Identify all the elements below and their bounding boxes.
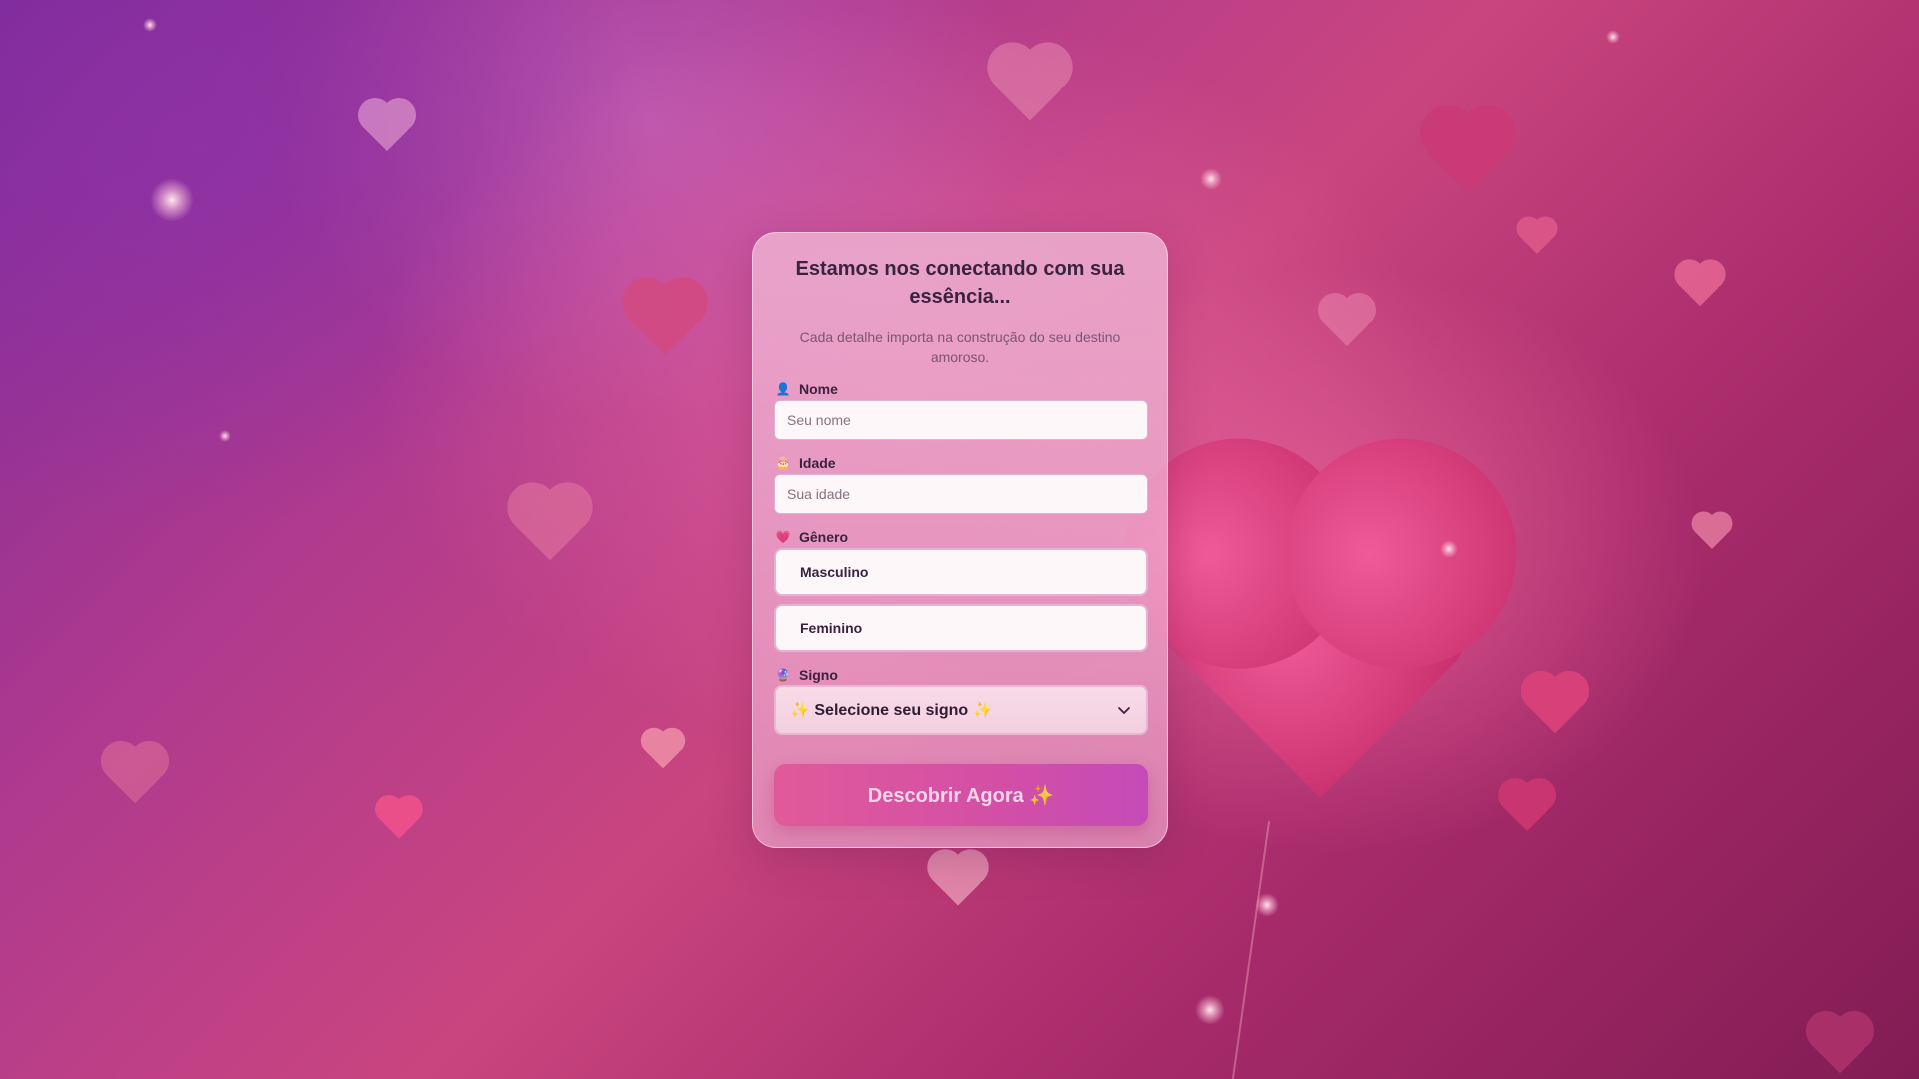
person-icon: 👤: [775, 382, 791, 396]
gender-option-label: Masculino: [800, 564, 869, 580]
heart-decoration: [1695, 515, 1729, 549]
sparkle-decoration: [1440, 540, 1458, 558]
heart-decoration: [994, 49, 1066, 121]
gender-label: 💗 Gênero: [775, 528, 849, 546]
sparkle-decoration: [143, 18, 157, 32]
gender-option-masculino[interactable]: Masculino: [774, 548, 1148, 596]
heart-decoration: [1526, 676, 1584, 734]
name-label-text: Nome: [799, 381, 838, 397]
sparkle-decoration: [1195, 995, 1225, 1025]
large-heart-balloon: [1157, 472, 1483, 798]
name-label: 👤 Nome: [775, 380, 838, 398]
sign-label-text: Signo: [799, 667, 838, 683]
heart-decoration: [1322, 297, 1372, 347]
sparkle-decoration: [219, 430, 231, 442]
cake-icon: 🎂: [775, 456, 791, 470]
form-title: Estamos nos conectando com sua essência.…: [795, 258, 1125, 308]
sign-select-value: ✨ Selecione seu signo ✨: [790, 702, 993, 719]
profile-form-card: Estamos nos conectando com sua essência.…: [752, 232, 1168, 848]
heart-decoration: [514, 489, 586, 561]
heart-decoration: [932, 854, 984, 906]
heart-decoration: [1811, 1016, 1869, 1074]
romantic-background: Estamos nos conectando com sua essência.…: [0, 0, 1919, 1079]
gender-option-label: Feminino: [800, 620, 863, 636]
age-label: 🎂 Idade: [775, 454, 836, 472]
form-subtitle: Cada detalhe importa na construção do se…: [799, 329, 1121, 365]
heart-decoration: [644, 731, 682, 769]
heart-icon: 💗: [775, 530, 791, 544]
sparkle-decoration: [150, 178, 194, 222]
heart-decoration: [1678, 263, 1722, 307]
heart-decoration: [1520, 220, 1554, 254]
heart-decoration: [1502, 782, 1552, 832]
chevron-down-icon: [1118, 707, 1130, 714]
sign-select[interactable]: ✨ Selecione seu signo ✨: [774, 685, 1148, 735]
name-input[interactable]: [774, 400, 1148, 440]
crystal-ball-icon: 🔮: [775, 668, 791, 682]
heart-decoration: [106, 746, 164, 804]
sign-label: 🔮 Signo: [775, 666, 838, 684]
discover-now-button[interactable]: Descobrir Agora ✨: [774, 764, 1148, 826]
gender-label-text: Gênero: [799, 529, 849, 545]
balloon-string: [1231, 821, 1271, 1079]
gender-option-feminino[interactable]: Feminino: [774, 604, 1148, 652]
heart-decoration: [379, 799, 419, 839]
heart-decoration: [1428, 113, 1508, 193]
age-input[interactable]: [774, 474, 1148, 514]
sparkle-decoration: [1200, 168, 1222, 190]
sparkle-decoration: [1606, 30, 1620, 44]
heart-decoration: [629, 284, 701, 356]
sparkle-decoration: [1255, 893, 1279, 917]
heart-decoration: [362, 102, 412, 152]
age-label-text: Idade: [799, 455, 836, 471]
